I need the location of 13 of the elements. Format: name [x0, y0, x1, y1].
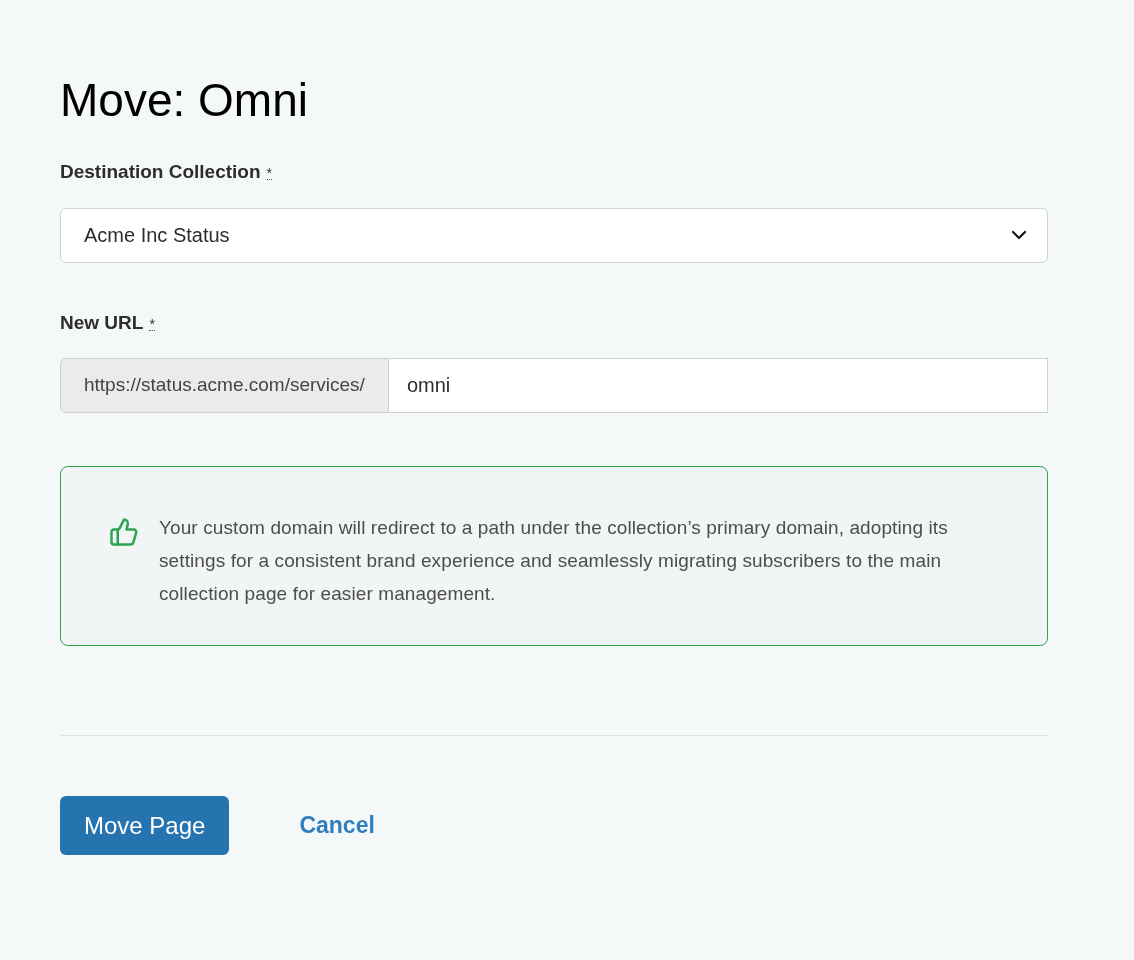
url-prefix: https://status.acme.com/services/: [60, 358, 389, 413]
required-mark: *: [149, 317, 155, 331]
notice-text: Your custom domain will redirect to a path under the collection’s primary domain, adopting its settings for a consistent brand experience and seamlessly migrating subscribers to the main collection page for easier management.: [159, 516, 949, 606]
url-slug-field[interactable]: omni: [388, 358, 1048, 413]
page-title: Move: Omni: [60, 73, 309, 128]
thumbs-up-icon: [109, 517, 139, 547]
cancel-link[interactable]: Cancel: [299, 808, 375, 843]
move-page-button[interactable]: Move Page: [60, 796, 230, 855]
required-mark: *: [266, 167, 273, 180]
chevron-down-icon: [1011, 230, 1027, 240]
field-label: New URL: [60, 310, 144, 335]
collection-select[interactable]: Acme Inc Status: [60, 207, 1048, 263]
field-label: Destination Collection: [60, 160, 261, 184]
